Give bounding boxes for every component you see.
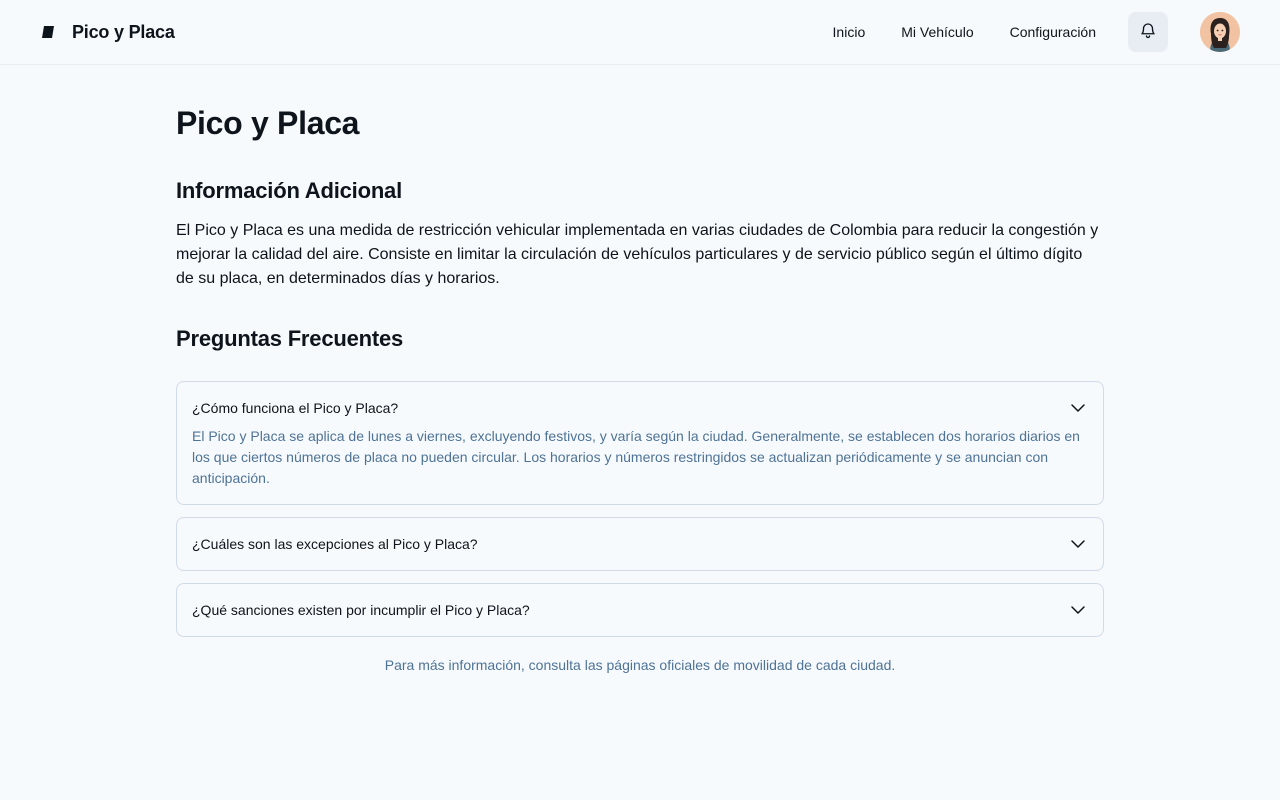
faq-item: ¿Cuáles son las excepciones al Pico y Pl…: [176, 517, 1104, 571]
avatar[interactable]: [1200, 12, 1240, 52]
top-navbar: Pico y Placa Inicio Mi Vehículo Configur…: [0, 0, 1280, 65]
faq-item: ¿Qué sanciones existen por incumplir el …: [176, 583, 1104, 637]
info-paragraph: El Pico y Placa es una medida de restric…: [176, 222, 1099, 287]
faq-question: ¿Qué sanciones existen por incumplir el …: [192, 602, 530, 618]
footer-note: Para más información, consulta las págin…: [384, 657, 896, 673]
chevron-down-icon: [1068, 398, 1088, 418]
bell-icon: [1139, 21, 1157, 44]
main-content: Pico y Placa Información Adicional El Pi…: [176, 65, 1104, 673]
notifications-button[interactable]: [1128, 12, 1168, 52]
chevron-down-icon: [1068, 534, 1088, 554]
nav-link-inicio[interactable]: Inicio: [833, 24, 866, 40]
brand[interactable]: Pico y Placa: [40, 22, 175, 43]
nav-link-mi-vehiculo[interactable]: Mi Vehículo: [901, 24, 973, 40]
chevron-down-icon: [1068, 600, 1088, 620]
faq-toggle[interactable]: ¿Cuáles son las excepciones al Pico y Pl…: [192, 518, 1088, 570]
faq-question: ¿Cuáles son las excepciones al Pico y Pl…: [192, 536, 478, 552]
main-nav: Inicio Mi Vehículo Configuración: [833, 24, 1096, 40]
nav-link-configuracion[interactable]: Configuración: [1010, 24, 1096, 40]
brand-title: Pico y Placa: [72, 21, 175, 42]
faq-item: ¿Cómo funciona el Pico y Placa? El Pico …: [176, 381, 1104, 505]
faq-toggle[interactable]: ¿Qué sanciones existen por incumplir el …: [192, 584, 1088, 636]
faq-answer: El Pico y Placa se aplica de lunes a vie…: [192, 428, 1080, 486]
page-title: Pico y Placa: [176, 105, 360, 141]
faq-section-title: Preguntas Frecuentes: [176, 326, 404, 351]
faq-list: ¿Cómo funciona el Pico y Placa? El Pico …: [176, 381, 1104, 637]
faq-question: ¿Cómo funciona el Pico y Placa?: [192, 400, 399, 416]
logo-icon: [40, 24, 56, 40]
info-section-title: Información Adicional: [176, 178, 403, 203]
